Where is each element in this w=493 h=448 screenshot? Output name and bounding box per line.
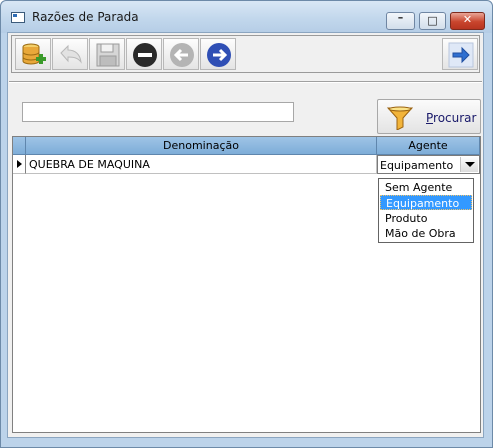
save-button[interactable]: [89, 38, 125, 70]
row-selector-arrow-icon[interactable]: [13, 155, 26, 174]
table-row[interactable]: QUEBRA DE MAQUINA Equipamento: [13, 155, 480, 174]
agente-combobox-value: Equipamento: [380, 159, 454, 172]
toolbar: [11, 35, 480, 73]
undo-arrow-icon: [60, 44, 82, 64]
window-app-icon: [11, 12, 25, 23]
exit-button[interactable]: [442, 38, 478, 70]
agente-dropdown-list: Sem Agente Equipamento Produto Mão de Ob…: [378, 178, 474, 243]
agente-combobox[interactable]: Equipamento: [377, 155, 480, 174]
new-record-button[interactable]: [15, 38, 51, 70]
search-button-label: Procurar: [426, 111, 477, 125]
search-button[interactable]: Procurar: [377, 99, 481, 134]
toolbar-separator: [9, 81, 482, 83]
grid-row-header-corner: [13, 137, 26, 155]
column-header-agente[interactable]: Agente: [377, 137, 480, 155]
funnel-icon: [387, 106, 413, 130]
floppy-disk-icon: [96, 43, 120, 67]
column-header-denominacao[interactable]: Denominação: [26, 137, 377, 155]
dropdown-option-mao-de-obra[interactable]: Mão de Obra: [380, 226, 472, 241]
right-arrow-circle-icon: [207, 43, 231, 67]
chevron-down-icon[interactable]: [460, 157, 478, 172]
search-input[interactable]: [22, 102, 294, 122]
title-bar[interactable]: Razões de Parada – □ ✕: [1, 1, 492, 33]
dropdown-option-sem-agente[interactable]: Sem Agente: [380, 180, 472, 195]
maximize-button[interactable]: □: [419, 12, 446, 30]
minimize-button[interactable]: –: [386, 11, 415, 30]
window-title: Razões de Parada: [32, 10, 139, 24]
dropdown-option-produto[interactable]: Produto: [380, 211, 472, 226]
cell-denominacao[interactable]: QUEBRA DE MAQUINA: [26, 155, 377, 174]
undo-button[interactable]: [52, 38, 88, 70]
delete-button[interactable]: [126, 38, 162, 70]
exit-arrow-icon: [448, 42, 474, 68]
next-button[interactable]: [200, 38, 236, 70]
previous-button[interactable]: [163, 38, 199, 70]
dropdown-option-equipamento[interactable]: Equipamento: [380, 195, 472, 210]
close-button[interactable]: ✕: [450, 12, 485, 30]
left-arrow-circle-icon: [170, 43, 194, 67]
database-add-icon: [22, 43, 46, 65]
minus-circle-icon: [133, 43, 157, 67]
